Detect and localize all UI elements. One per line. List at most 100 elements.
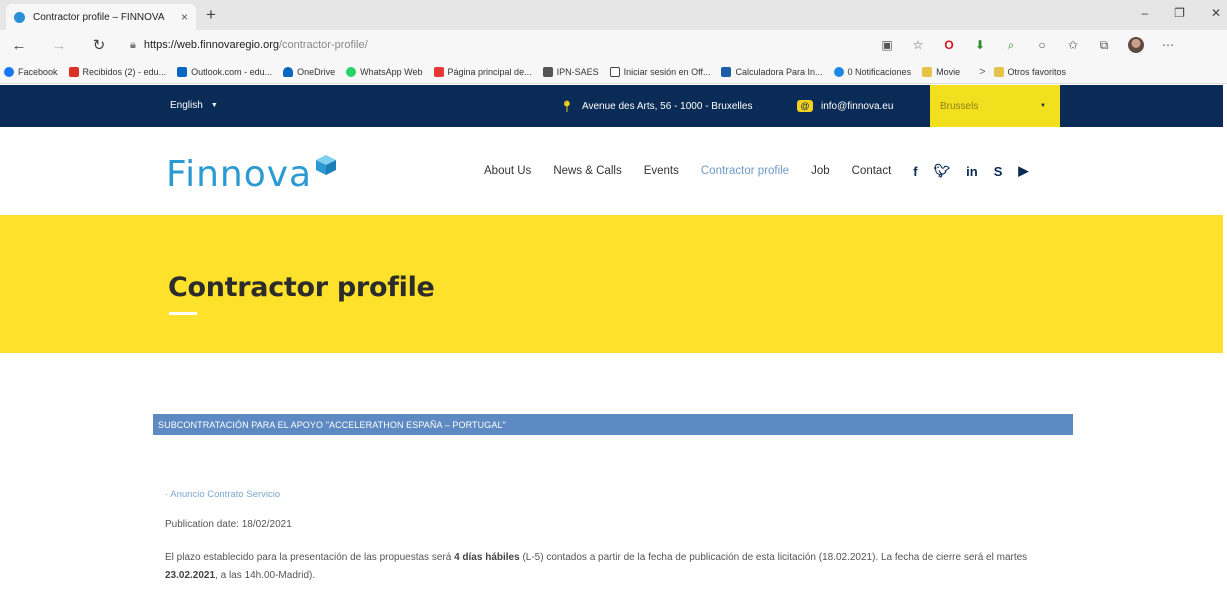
city-label: Brussels xyxy=(940,100,979,112)
bookmark-notificaciones[interactable]: 0 Notificaciones xyxy=(833,66,912,77)
para-bold-date: 23.02.2021 xyxy=(165,570,216,581)
nav-events[interactable]: Events xyxy=(644,165,679,177)
bookmark-gmail[interactable]: Recibidos (2) - edu... xyxy=(68,66,167,77)
folder-icon xyxy=(922,66,933,77)
site-favicon-icon xyxy=(14,11,25,23)
folder-icon xyxy=(993,66,1004,77)
location-pin-icon: 📍︎ xyxy=(560,101,574,113)
page-title: Contractor profile xyxy=(168,272,435,303)
bookmark-label: Iniciar sesión en Off... xyxy=(623,66,711,77)
para-text: , a las 14h.00-Madrid). xyxy=(215,570,316,581)
lock-icon: 🔒︎ xyxy=(130,38,136,51)
bookmark-label: IPN-SAES xyxy=(556,66,599,77)
nav-job[interactable]: Job xyxy=(811,165,830,177)
cube-logo-icon xyxy=(316,155,337,175)
search-extension-icon[interactable]: ⌕ xyxy=(1004,38,1018,52)
bookmark-label: Recibidos (2) - edu... xyxy=(82,66,167,77)
youtube-icon[interactable]: ▶ xyxy=(1018,163,1028,179)
favorites-icon[interactable]: ✩ xyxy=(1066,38,1080,52)
bookmark-pagina-principal[interactable]: Página principal de... xyxy=(433,66,532,77)
facebook-icon xyxy=(4,66,14,77)
tender-section-heading: SUBCONTRATACIÓN PARA EL APOYO "ACCELERAT… xyxy=(153,414,1073,435)
url-host: https://web.finnovaregio.org xyxy=(143,39,279,51)
tab-close-icon[interactable]: × xyxy=(181,10,188,24)
contact-email[interactable]: @ info@finnova.eu xyxy=(797,100,893,112)
bookmark-label: Calculadora Para In... xyxy=(735,66,823,77)
para-text: (L-5) contados a partir de la fecha de p… xyxy=(519,552,1028,563)
chevron-down-icon: ▼ xyxy=(210,102,218,109)
skype-icon[interactable]: S xyxy=(994,164,1003,179)
bookmark-outlook[interactable]: Outlook.com - edu... xyxy=(177,66,273,77)
page-scrollbar[interactable] xyxy=(1223,85,1227,612)
url-path: /contractor-profile/ xyxy=(279,39,368,51)
bookmark-movie[interactable]: Movie xyxy=(922,66,961,77)
nav-about-us[interactable]: About Us xyxy=(484,165,531,177)
document-icon xyxy=(609,66,620,77)
office-icon xyxy=(433,66,444,77)
circle-extension-icon[interactable]: ○ xyxy=(1035,38,1049,52)
whatsapp-icon xyxy=(346,66,357,77)
new-tab-button[interactable]: + xyxy=(206,6,216,24)
language-label: English xyxy=(170,100,203,111)
outlook-icon xyxy=(177,66,188,77)
social-links: f 🐦︎ in S ▶ xyxy=(913,163,1028,179)
download-extension-icon[interactable]: ⬇ xyxy=(973,38,987,52)
office-address: 📍︎ Avenue des Arts, 56 - 1000 - Bruxelle… xyxy=(560,100,752,113)
tender-description: El plazo establecido para la presentació… xyxy=(165,549,1070,585)
chevron-down-icon: ▼ xyxy=(1040,103,1046,109)
reader-view-icon[interactable]: ▣ xyxy=(880,38,894,52)
minimize-button[interactable]: – xyxy=(1141,6,1148,20)
collections-icon[interactable]: ⧉ xyxy=(1097,38,1111,52)
title-underline xyxy=(169,312,197,315)
back-arrow-icon[interactable]: ← xyxy=(6,37,32,54)
service-contract-link[interactable]: · Anuncio Contrato Servicio xyxy=(165,489,280,500)
site-header: Finnova About Us News & Calls Events Con… xyxy=(0,127,1227,215)
close-window-button[interactable]: ✕ xyxy=(1211,6,1221,20)
nav-contact[interactable]: Contact xyxy=(852,165,892,177)
add-favorite-icon[interactable]: ☆ xyxy=(911,38,925,52)
email-icon: @ xyxy=(797,100,813,112)
bookmark-other-favorites[interactable]: Otros favoritos xyxy=(993,66,1067,77)
bookmarks-bar: Facebook Recibidos (2) - edu... Outlook.… xyxy=(0,60,1227,84)
language-selector[interactable]: English ▼ xyxy=(170,100,218,111)
twitter-icon[interactable]: 🐦︎ xyxy=(934,163,951,179)
para-text: El plazo establecido para la presentació… xyxy=(165,552,455,563)
gmail-icon xyxy=(68,66,79,77)
nav-contractor-profile[interactable]: Contractor profile xyxy=(701,165,789,177)
profile-avatar[interactable] xyxy=(1128,37,1144,53)
address-bar-row: ← → ↻ 🔒︎ https://web.finnovaregio.org/co… xyxy=(0,30,1227,60)
browser-tab[interactable]: Contractor profile – FINNOVA × xyxy=(6,4,196,30)
bookmark-calculadora[interactable]: Calculadora Para In... xyxy=(721,66,823,77)
city-selector[interactable]: Brussels ▼ xyxy=(930,85,1060,127)
bookmark-label: Movie xyxy=(936,66,961,77)
more-bookmarks-chevron-icon[interactable]: > xyxy=(979,66,985,78)
browser-tab-bar: Contractor profile – FINNOVA × + – ❐ ✕ xyxy=(0,0,1227,30)
bookmark-iniciar-sesion[interactable]: Iniciar sesión en Off... xyxy=(609,66,711,77)
more-options-icon[interactable]: ⋯ xyxy=(1161,38,1175,52)
bookmark-label: Página principal de... xyxy=(447,66,532,77)
calculator-icon xyxy=(721,66,732,77)
maximize-button[interactable]: ❐ xyxy=(1174,6,1185,20)
main-navigation: About Us News & Calls Events Contractor … xyxy=(484,163,1028,179)
nav-news-calls[interactable]: News & Calls xyxy=(553,165,621,177)
bookmark-facebook[interactable]: Facebook xyxy=(4,66,58,77)
bookmark-whatsapp[interactable]: WhatsApp Web xyxy=(346,66,423,77)
bookmark-ipn-saes[interactable]: IPN-SAES xyxy=(542,66,599,77)
bookmark-label: 0 Notificaciones xyxy=(847,66,912,77)
forward-arrow-icon[interactable]: → xyxy=(46,37,72,54)
bookmark-label: Otros favoritos xyxy=(1007,66,1067,77)
bookmark-label: WhatsApp Web xyxy=(360,66,423,77)
url-field[interactable]: 🔒︎ https://web.finnovaregio.org/contract… xyxy=(130,35,820,55)
bookmark-onedrive[interactable]: OneDrive xyxy=(283,66,335,77)
bookmark-label: Facebook xyxy=(18,66,58,77)
window-controls: – ❐ ✕ xyxy=(1141,6,1221,20)
reload-icon[interactable]: ↻ xyxy=(86,36,112,54)
finnova-logo[interactable]: Finnova xyxy=(166,155,338,193)
toolbar-icons: ▣ ☆ O ⬇ ⌕ ○ ✩ ⧉ ⋯ xyxy=(880,37,1175,53)
opera-extension-icon[interactable]: O xyxy=(942,38,956,52)
bookmark-label: Outlook.com - edu... xyxy=(191,66,273,77)
linkedin-icon[interactable]: in xyxy=(966,164,978,179)
tab-title: Contractor profile – FINNOVA xyxy=(33,11,165,23)
cloud-icon xyxy=(283,66,294,77)
facebook-icon[interactable]: f xyxy=(913,164,917,179)
